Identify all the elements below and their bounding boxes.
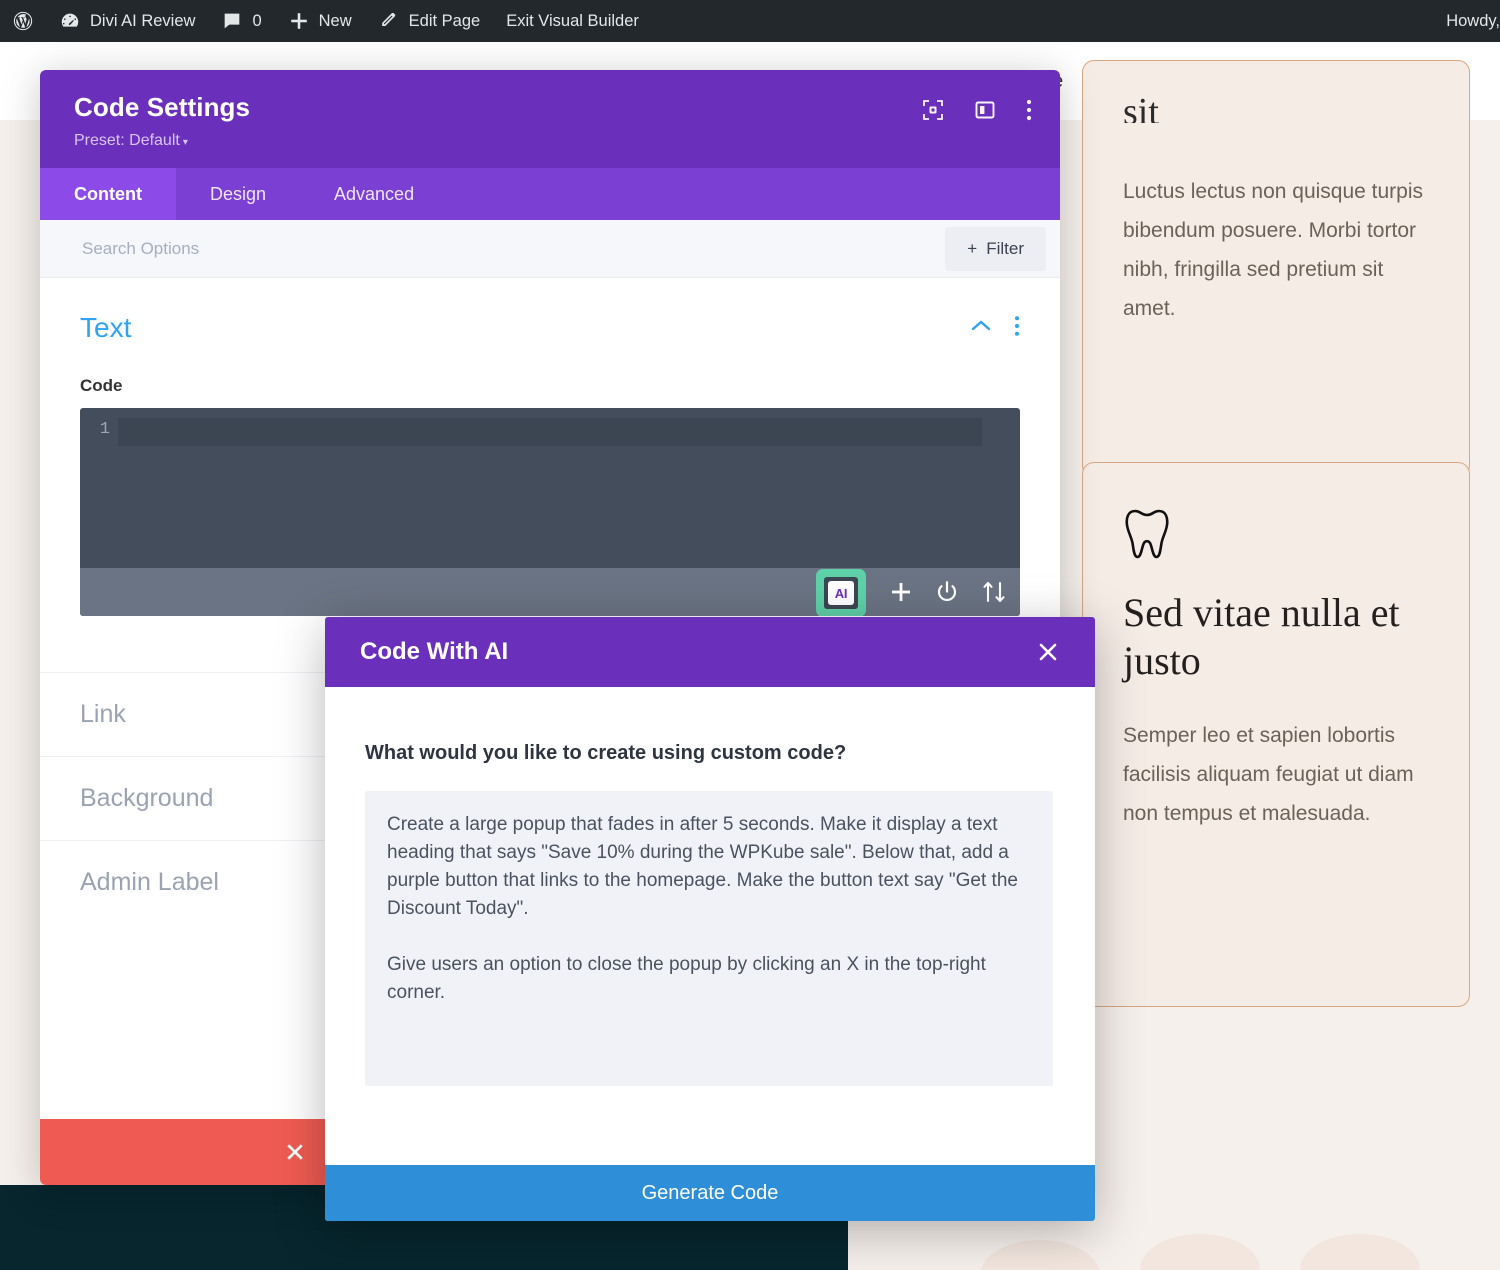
code-editor-toolbar: AI <box>80 568 1020 616</box>
settings-modal-header: Code Settings Preset: Default ▾ <box>40 70 1060 168</box>
ai-button-inner: AI <box>824 577 858 609</box>
expand-collapse-icon[interactable] <box>980 579 1008 605</box>
settings-search-bar: + Filter <box>40 220 1060 278</box>
howdy-label: Howdy, <box>1446 11 1500 30</box>
admin-bar-new[interactable]: New <box>275 0 365 42</box>
code-field-label: Code <box>80 376 123 395</box>
close-icon[interactable] <box>1031 635 1065 669</box>
settings-header-actions <box>922 98 1032 122</box>
power-toggle-icon[interactable] <box>934 579 960 605</box>
admin-bar-new-label: New <box>318 11 352 30</box>
plus-icon <box>288 10 310 32</box>
section-actions <box>970 315 1020 342</box>
plus-icon: + <box>967 238 978 258</box>
chevron-up-icon[interactable] <box>970 319 992 338</box>
filter-button[interactable]: + Filter <box>945 226 1046 271</box>
code-line-number: 1 <box>99 420 110 439</box>
code-with-ai-dialog: Code With AI What would you like to crea… <box>325 617 1095 1221</box>
settings-tabs: Content Design Advanced <box>40 168 1060 220</box>
tab-advanced[interactable]: Advanced <box>300 168 448 220</box>
chevron-down-icon: ▾ <box>182 137 188 148</box>
tab-content[interactable]: Content <box>40 168 176 220</box>
code-active-line <box>118 418 982 446</box>
admin-bar-edit-page[interactable]: Edit Page <box>365 0 494 42</box>
section-header-text: Text <box>40 278 1060 354</box>
more-options-icon[interactable] <box>1026 98 1032 122</box>
ai-prompt-input[interactable] <box>365 791 1053 1086</box>
ai-button[interactable]: AI <box>816 569 866 616</box>
admin-bar-howdy[interactable]: Howdy, <box>1433 0 1500 42</box>
ai-button-label: AI <box>828 581 854 605</box>
section-title: Text <box>80 312 132 343</box>
admin-bar-exit-label: Exit Visual Builder <box>506 11 639 30</box>
layout-panel-icon[interactable] <box>974 99 996 121</box>
code-editor[interactable]: 1 AI <box>80 408 1020 616</box>
more-options-icon[interactable] <box>1014 315 1020 342</box>
search-input[interactable] <box>82 238 702 259</box>
ai-dialog-title: Code With AI <box>360 638 509 665</box>
wordpress-logo-icon <box>12 10 34 32</box>
card-body: Luctus lectus non quisque turpis bibendu… <box>1123 180 1424 320</box>
tab-design[interactable]: Design <box>176 168 300 220</box>
dashboard-icon <box>59 10 81 32</box>
focus-mode-icon[interactable] <box>922 99 944 121</box>
ai-prompt-question: What would you like to create using cust… <box>365 742 847 764</box>
decorative-blob <box>1140 1234 1260 1270</box>
tooth-icon <box>1123 505 1179 563</box>
comments-count: 0 <box>252 11 262 30</box>
page-title: Code Settings <box>74 92 251 122</box>
decorative-blob <box>980 1240 1100 1270</box>
card-heading: sit <box>1123 91 1159 123</box>
toggle-link-label: Link <box>80 700 126 728</box>
admin-bar-right: Howdy, <box>1433 0 1500 42</box>
decorative-blob <box>1300 1234 1420 1270</box>
card-heading: Sed vitae nulla et justo <box>1123 590 1400 683</box>
admin-bar-exit-vb[interactable]: Exit Visual Builder <box>493 0 652 42</box>
ai-dialog-body: What would you like to create using cust… <box>325 687 1095 1165</box>
admin-bar-edit-label: Edit Page <box>408 11 481 30</box>
add-icon[interactable] <box>888 579 914 605</box>
ai-dialog-header: Code With AI <box>325 617 1095 687</box>
content-card: sit Luctus lectus non quisque turpis bib… <box>1082 60 1470 478</box>
preset-selector[interactable]: Preset: Default ▾ <box>74 132 1026 150</box>
code-editor-area[interactable]: 1 <box>80 408 1020 568</box>
toggle-background-label: Background <box>80 784 214 812</box>
generate-code-label: Generate Code <box>641 1181 779 1204</box>
screen: ple Sample Page Uncategorized sit Luctus… <box>0 0 1500 1270</box>
admin-bar-site-label: Divi AI Review <box>90 11 196 30</box>
generate-code-button[interactable]: Generate Code <box>325 1165 1095 1221</box>
content-card: Sed vitae nulla et justo Semper leo et s… <box>1082 462 1470 1007</box>
close-x-icon <box>287 1144 303 1160</box>
wordpress-logo-icon[interactable] <box>0 0 46 42</box>
comment-bubble-icon <box>221 10 243 32</box>
wp-admin-bar: Divi AI Review 0 New Edit Page Exit Visu… <box>0 0 1500 42</box>
pencil-icon <box>378 10 400 32</box>
admin-bar-site-name[interactable]: Divi AI Review <box>46 0 208 42</box>
card-body: Semper leo et sapien lobortis facilisis … <box>1123 724 1414 825</box>
admin-bar-comments[interactable]: 0 <box>208 0 274 42</box>
preset-label: Preset: Default <box>74 132 180 149</box>
toggle-admin-label-label: Admin Label <box>80 868 219 896</box>
filter-label: Filter <box>986 238 1024 258</box>
